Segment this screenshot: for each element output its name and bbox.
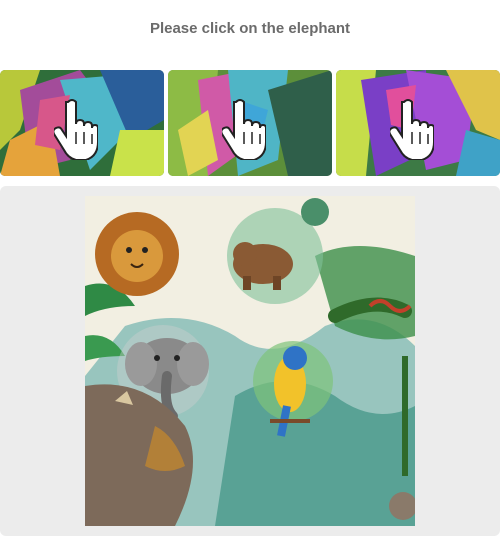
example-image-3	[336, 70, 500, 176]
lion-image	[95, 212, 179, 296]
example-image-1	[0, 70, 164, 176]
instruction-text: Please click on the elephant	[149, 20, 351, 37]
challenge-image[interactable]	[85, 196, 415, 526]
example-images-row	[0, 70, 500, 176]
click-hand-icon	[390, 99, 434, 160]
click-hand-icon	[54, 99, 98, 160]
challenge-panel	[0, 186, 500, 536]
click-hand-icon	[222, 99, 266, 160]
example-image-2	[168, 70, 332, 176]
